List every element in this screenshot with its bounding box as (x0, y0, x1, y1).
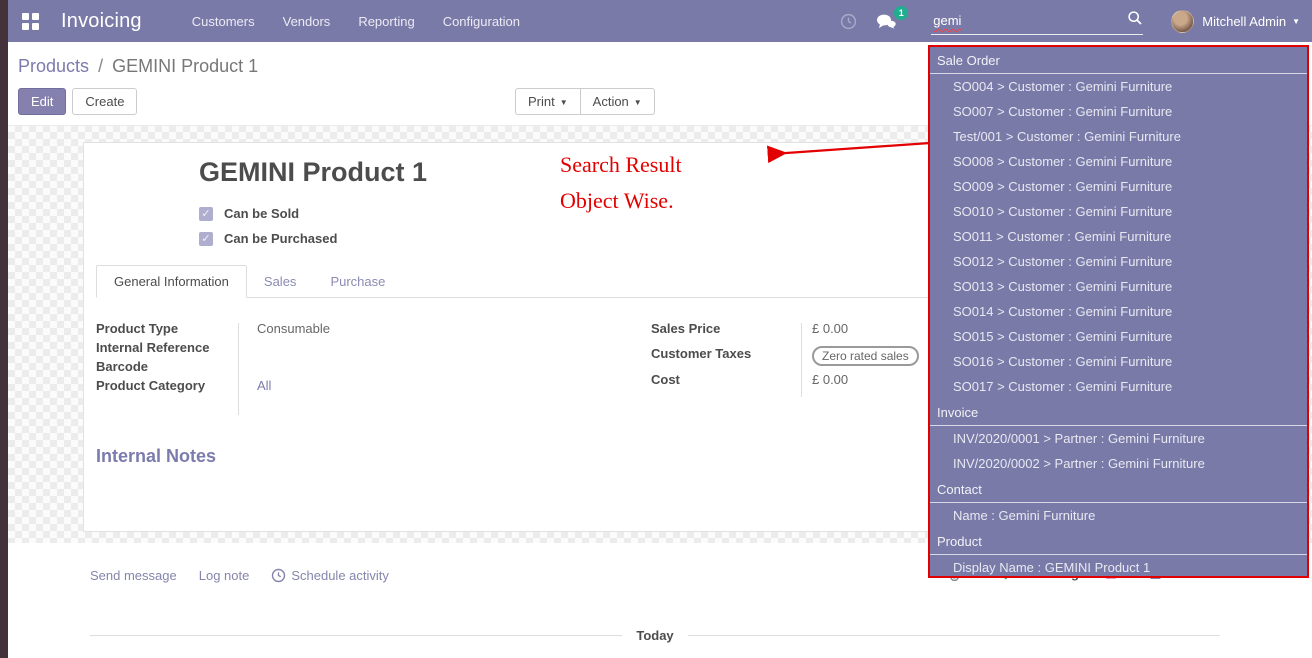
search-result-item[interactable]: INV/2020/0002 > Partner : Gemini Furnitu… (930, 451, 1307, 476)
search-result-item[interactable]: SO010 > Customer : Gemini Furniture (930, 199, 1307, 224)
checkbox-can-be-purchased[interactable]: ✓ (199, 232, 213, 246)
search-result-item[interactable]: Name : Gemini Furniture (930, 503, 1307, 528)
search-result-item[interactable]: Display Name : GEMINI Product 1 (930, 555, 1307, 578)
top-navbar: Invoicing Customers Vendors Reporting Confi… (8, 0, 1312, 42)
print-menu-button[interactable]: Print▼ (515, 88, 580, 115)
search-result-item[interactable]: SO017 > Customer : Gemini Furniture (930, 374, 1307, 399)
field-label: Barcode (96, 359, 238, 374)
nav-menu-configuration[interactable]: Configuration (443, 14, 520, 29)
search-result-item[interactable]: SO015 > Customer : Gemini Furniture (930, 324, 1307, 349)
main-menu: Customers Vendors Reporting Configuration (192, 14, 520, 29)
search-category-invoice: Invoice (930, 399, 1307, 426)
global-search-input[interactable]: gemi (931, 8, 1143, 35)
field-label: Cost (651, 372, 801, 387)
nav-menu-vendors[interactable]: Vendors (283, 14, 331, 29)
field-value: £ 0.00 (801, 372, 848, 387)
field-label: Product Type (96, 321, 238, 336)
field-separator-line (801, 323, 802, 397)
send-message-button[interactable]: Send message (90, 568, 177, 583)
schedule-activity-button[interactable]: Schedule activity (271, 568, 389, 583)
schedule-clock-icon (271, 568, 286, 583)
checkbox-label: Can be Purchased (224, 231, 337, 246)
search-result-item[interactable]: SO004 > Customer : Gemini Furniture (930, 74, 1307, 99)
search-result-item[interactable]: Test/001 > Customer : Gemini Furniture (930, 124, 1307, 149)
checkbox-row: ✓ Can be Purchased (199, 226, 337, 251)
window-edge-strip (0, 0, 8, 658)
apps-menu-icon[interactable] (22, 13, 39, 30)
action-menu-button[interactable]: Action▼ (580, 88, 655, 115)
field-group-left: Product TypeConsumableInternal Reference… (96, 321, 516, 417)
field-barcode: Barcode (96, 359, 516, 378)
field-value: Zero rated sales (801, 346, 919, 366)
search-result-item[interactable]: SO011 > Customer : Gemini Furniture (930, 224, 1307, 249)
search-result-item[interactable]: SO016 > Customer : Gemini Furniture (930, 349, 1307, 374)
nav-menu-customers[interactable]: Customers (192, 14, 255, 29)
product-flags: ✓ Can be Sold ✓ Can be Purchased (199, 201, 337, 251)
app-title[interactable]: Invoicing (61, 10, 142, 33)
search-result-item[interactable]: SO008 > Customer : Gemini Furniture (930, 149, 1307, 174)
search-result-item[interactable]: SO009 > Customer : Gemini Furniture (930, 174, 1307, 199)
product-title: GEMINI Product 1 (199, 157, 427, 188)
search-category-contact: Contact (930, 476, 1307, 503)
message-count-badge: 1 (894, 6, 908, 20)
field-label: Product Category (96, 378, 238, 393)
field-value: Consumable (238, 321, 330, 336)
tab-purchase[interactable]: Purchase (313, 266, 402, 297)
checkbox-label: Can be Sold (224, 206, 299, 221)
search-icon[interactable] (1127, 10, 1143, 31)
create-button[interactable]: Create (72, 88, 137, 115)
checkbox-can-be-sold[interactable]: ✓ (199, 207, 213, 221)
log-note-button[interactable]: Log note (199, 568, 250, 583)
breadcrumb: Products / GEMINI Product 1 (18, 56, 258, 77)
search-result-item[interactable]: SO012 > Customer : Gemini Furniture (930, 249, 1307, 274)
field-label: Customer Taxes (651, 346, 801, 361)
edit-button[interactable]: Edit (18, 88, 66, 115)
search-category-product: Product (930, 528, 1307, 555)
user-avatar[interactable] (1171, 10, 1194, 33)
tab-general-information[interactable]: General Information (96, 265, 247, 298)
search-result-item[interactable]: SO014 > Customer : Gemini Furniture (930, 299, 1307, 324)
user-menu[interactable]: Mitchell Admin (1202, 14, 1286, 29)
field-label: Sales Price (651, 321, 801, 336)
field-internal-reference: Internal Reference (96, 340, 516, 359)
search-result-item[interactable]: SO007 > Customer : Gemini Furniture (930, 99, 1307, 124)
breadcrumb-current: GEMINI Product 1 (112, 56, 258, 76)
activities-clock-icon[interactable] (840, 13, 857, 30)
internal-notes-heading: Internal Notes (96, 446, 216, 467)
field-value[interactable]: All (238, 378, 271, 393)
nav-menu-reporting[interactable]: Reporting (358, 14, 414, 29)
field-product-type: Product TypeConsumable (96, 321, 516, 340)
user-menu-caret-icon[interactable]: ▼ (1292, 17, 1300, 26)
search-result-item[interactable]: SO013 > Customer : Gemini Furniture (930, 274, 1307, 299)
today-divider: Today (90, 628, 1220, 643)
print-caret-icon: ▼ (560, 98, 568, 107)
field-value: £ 0.00 (801, 321, 848, 336)
search-query-text: gemi (931, 13, 1127, 28)
search-category-sale-order: Sale Order (930, 47, 1307, 74)
search-results-dropdown: Sale OrderSO004 > Customer : Gemini Furn… (928, 45, 1309, 578)
messages-icon[interactable]: 1 (875, 13, 897, 30)
tab-sales[interactable]: Sales (247, 266, 314, 297)
checkbox-row: ✓ Can be Sold (199, 201, 337, 226)
tax-badge: Zero rated sales (812, 346, 919, 366)
annotation-text: Search Result Object Wise. (560, 147, 682, 219)
field-product-category: Product CategoryAll (96, 378, 516, 397)
action-caret-icon: ▼ (634, 98, 642, 107)
search-result-item[interactable]: INV/2020/0001 > Partner : Gemini Furnitu… (930, 426, 1307, 451)
field-label: Internal Reference (96, 340, 238, 355)
annotation-arrow (752, 130, 932, 170)
breadcrumb-products-link[interactable]: Products (18, 56, 89, 76)
field-separator-line (238, 323, 239, 415)
